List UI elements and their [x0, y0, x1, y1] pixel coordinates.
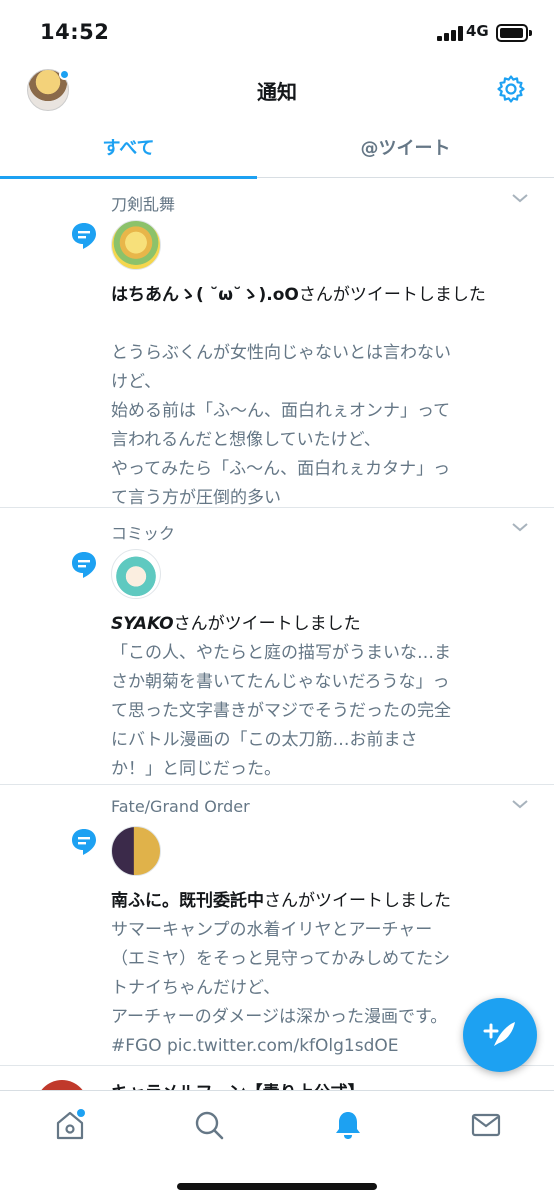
tweet-text: サマーキャンプの水着イリヤとアーチャー （エミヤ）をそっと見守ってかみしめてたシ… [111, 920, 451, 1056]
tweet-text: 「この人、やたらと庭の描写がうまいな…ま さか朝菊を書いてたんじゃないだろうな」… [111, 643, 451, 779]
avatar [36, 1080, 88, 1090]
search-icon[interactable] [193, 1109, 225, 1141]
notification-topic: Fate/Grand Order [111, 797, 250, 816]
page-title: 通知 [257, 80, 297, 104]
avatar[interactable] [111, 549, 161, 599]
user-name[interactable]: SYAKO [111, 614, 174, 634]
avatar[interactable] [111, 220, 161, 270]
user-name[interactable]: はちあんゝ( ˘ω˘ゝ).oO [111, 285, 299, 305]
notification-headline: SYAKOさんがツイートしました [111, 610, 521, 639]
chevron-down-icon[interactable] [510, 191, 530, 205]
notification-action: さんがツイートしました [298, 285, 486, 305]
home-indicator [177, 1183, 377, 1190]
speech-bubble-icon [72, 552, 96, 578]
notification-headline: はちあんゝ( ˘ω˘ゝ).oOさんがツイートしました [111, 281, 521, 310]
chevron-down-icon[interactable] [510, 520, 530, 534]
chevron-down-icon[interactable] [510, 797, 530, 811]
user-name: キャラメルフーン【青り上公式】 [111, 1078, 365, 1090]
avatar[interactable] [111, 826, 161, 876]
speech-bubble-icon [72, 829, 96, 855]
tab-all[interactable]: すべて [0, 120, 257, 179]
compose-tweet-button[interactable] [463, 998, 537, 1072]
battery-icon [496, 24, 532, 42]
user-name[interactable]: 南ふに。既刊委託中 [111, 891, 264, 911]
network-label: 4G [466, 22, 489, 40]
notification-item[interactable]: コミック SYAKOさんがツイートしました 「この人、やたらと庭の描写がうまいな… [0, 508, 554, 785]
notification-item[interactable]: 刀剣乱舞 はちあんゝ( ˘ω˘ゝ).oOさんがツイートしました とうらぶくんが女… [0, 179, 554, 508]
status-time: 14:52 [40, 20, 110, 44]
signal-icon [437, 26, 463, 41]
notification-item-partial[interactable]: キャラメルフーン【青り上公式】 [0, 1070, 554, 1090]
speech-bubble-icon [72, 223, 96, 249]
notification-action: さんがツイートしました [264, 891, 451, 911]
notification-headline: 南ふに。既刊委託中さんがツイートしました [111, 887, 521, 916]
notifications-bell-icon[interactable] [332, 1109, 364, 1141]
feather-plus-icon [483, 1022, 515, 1046]
status-bar: 14:52 4G [0, 0, 554, 64]
tab-mentions[interactable]: @ツイート [277, 120, 534, 178]
settings-gear-icon[interactable] [496, 74, 526, 104]
messages-envelope-icon[interactable] [470, 1109, 502, 1141]
notification-topic: コミック [111, 524, 176, 543]
tweet-text: とうらぶくんが女性向じゃないとは言わない けど、 始める前は「ふ〜ん、面白れぇオ… [111, 343, 451, 508]
notification-tabs: すべて @ツイート [0, 120, 554, 179]
home-icon[interactable] [54, 1109, 86, 1141]
notification-action: さんがツイートしました [173, 614, 361, 634]
notification-topic: 刀剣乱舞 [111, 195, 176, 214]
